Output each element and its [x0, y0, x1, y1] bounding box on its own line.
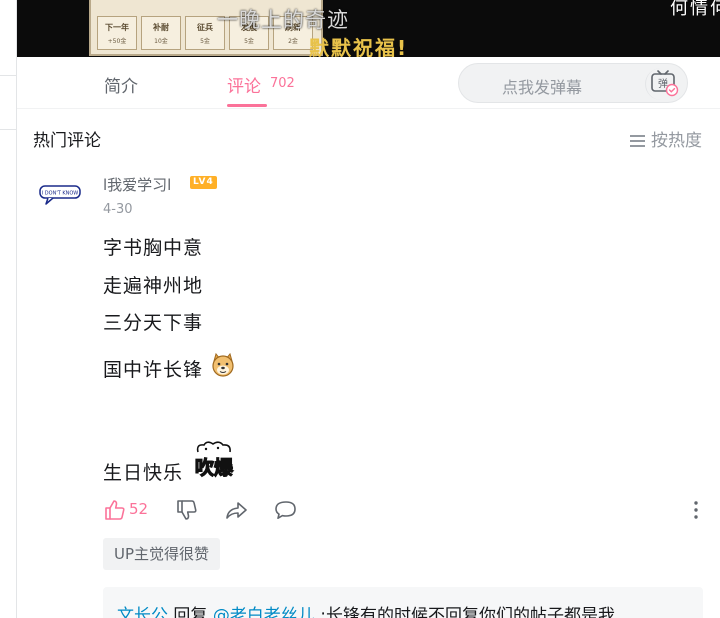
- reply-button[interactable]: [274, 498, 298, 522]
- comment-line: 国中许长锋: [103, 359, 204, 381]
- svg-text:I DON'T KNOW: I DON'T KNOW: [42, 191, 79, 197]
- reply-mention-link[interactable]: @老白老丝儿: [213, 606, 315, 618]
- doge-emoji-icon: [210, 352, 236, 378]
- dislike-button[interactable]: [175, 498, 199, 522]
- svg-text:吹爆: 吹爆: [195, 456, 234, 479]
- comment-username[interactable]: l我爱学习l: [103, 174, 171, 195]
- share-button[interactable]: [225, 498, 249, 522]
- avatar[interactable]: I DON'T KNOW: [36, 174, 84, 214]
- sort-icon: [630, 135, 645, 147]
- active-tab-indicator: [227, 104, 267, 107]
- comment-line: 字书胸中意: [103, 237, 204, 259]
- like-count: 52: [129, 500, 149, 518]
- tab-comments[interactable]: 评论: [227, 72, 261, 97]
- reply-preview[interactable]: 文长公 回复 @老白老丝儿 :长锋有的时候不回复你们的帖子都是我: [103, 587, 703, 618]
- game-button: 下一年 +50金: [97, 16, 137, 50]
- level-badge: LV4: [190, 176, 217, 189]
- more-options-icon[interactable]: [688, 498, 704, 522]
- video-subtitle-highlight: 默默祝福!: [309, 36, 409, 57]
- danmaku-placeholder: 点我发弹幕: [502, 78, 583, 97]
- section-title: 热门评论: [33, 131, 101, 151]
- app-root: 3金 下一年+50金 补耐10金 征兵5金 发展5金 刷新2金 一晚上的奇迹 默…: [0, 0, 720, 618]
- sort-label: 按热度: [651, 131, 702, 151]
- reply-verb: 回复: [168, 606, 213, 618]
- reply-text: 文长公 回复 @老白老丝儿 :长锋有的时候不回复你们的帖子都是我: [117, 601, 615, 618]
- comment-line: 生日快乐: [103, 462, 184, 484]
- game-button: 补耐 10金: [141, 16, 181, 50]
- comment-count: 702: [270, 76, 295, 91]
- comment-line: 走遍神州地: [103, 275, 204, 297]
- explosion-emoji-icon: 吹爆: [192, 440, 236, 480]
- video-player[interactable]: 3金 下一年+50金 补耐10金 征兵5金 发展5金 刷新2金 一晚上的奇迹 默…: [17, 0, 720, 57]
- danmaku-toggle-icon[interactable]: 弹: [645, 68, 681, 100]
- like-button[interactable]: [103, 498, 127, 522]
- video-subtitle: 一晚上的奇迹: [217, 8, 349, 32]
- comment-date: 4-30: [103, 202, 133, 217]
- left-panel-edge: [0, 0, 17, 618]
- tab-intro[interactable]: 简介: [104, 72, 138, 97]
- sort-button[interactable]: 按热度: [630, 126, 702, 151]
- video-overlay-text: 何情何: [670, 0, 720, 19]
- reply-content: :长锋有的时候不回复你们的帖子都是我: [314, 606, 615, 618]
- danmaku-input[interactable]: 点我发弹幕 弹: [458, 63, 688, 103]
- comment-line: 三分天下事: [103, 312, 204, 334]
- up-liked-badge: UP主觉得很赞: [103, 538, 221, 570]
- reply-author-link[interactable]: 文长公: [117, 606, 168, 618]
- tab-bar: 简介 评论 702 点我发弹幕 弹: [17, 57, 720, 109]
